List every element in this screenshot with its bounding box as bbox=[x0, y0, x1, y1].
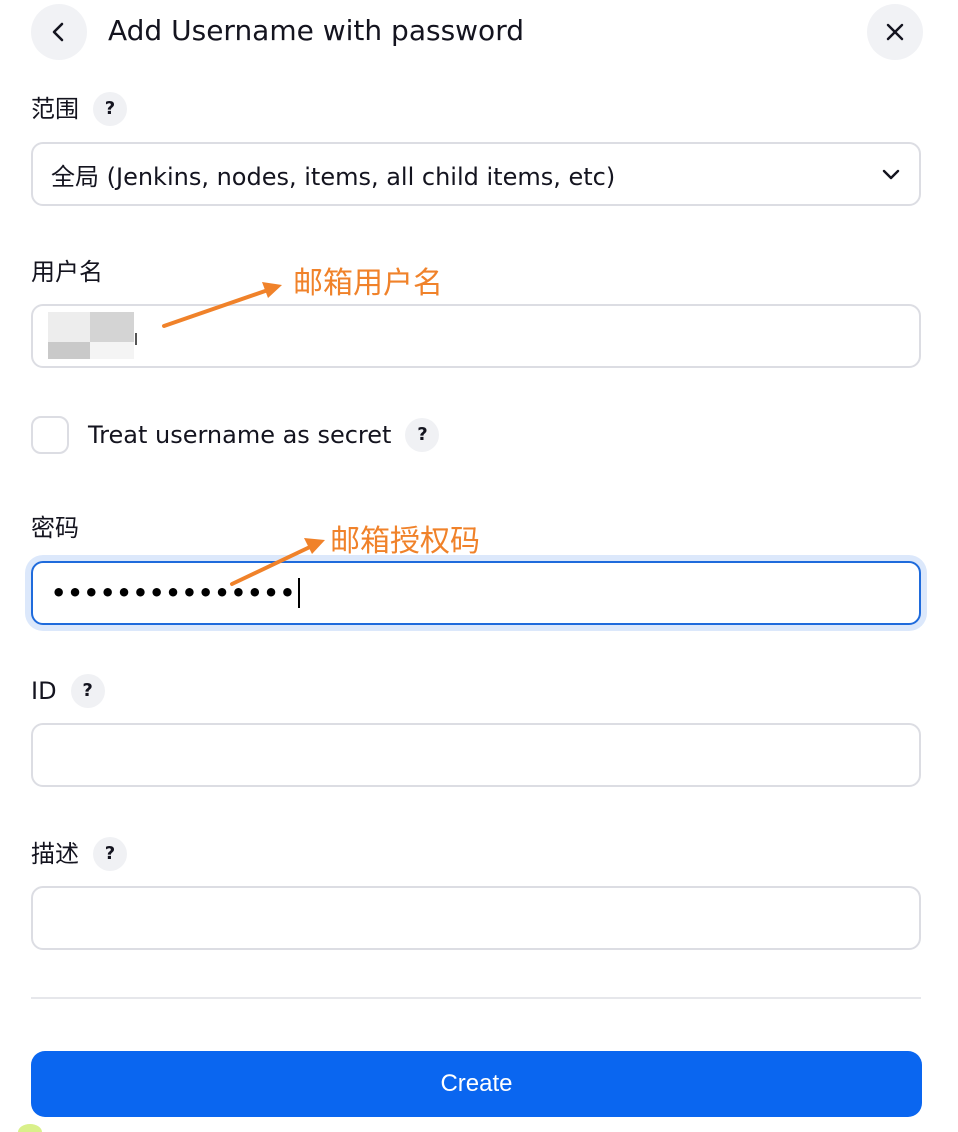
description-label-row: 描述 ? bbox=[31, 837, 127, 871]
password-annotation: 邮箱授权码 bbox=[330, 524, 480, 559]
treat-username-secret-checkbox[interactable] bbox=[31, 416, 69, 454]
scope-label: 范围 bbox=[31, 95, 79, 123]
username-input[interactable] bbox=[31, 304, 921, 368]
treat-username-secret-row: Treat username as secret ? bbox=[88, 418, 440, 452]
password-masked-value: ••••••••••••••• bbox=[51, 579, 297, 607]
username-label: 用户名 bbox=[31, 258, 103, 286]
scope-label-row: 范围 ? bbox=[31, 92, 127, 126]
description-input[interactable] bbox=[31, 886, 921, 950]
password-label-row: 密码 bbox=[31, 512, 79, 544]
dialog-title: Add Username with password bbox=[108, 14, 524, 47]
redacted-username-block bbox=[48, 312, 90, 342]
scope-help-button[interactable]: ? bbox=[93, 92, 127, 126]
redacted-username-block bbox=[48, 342, 90, 359]
id-help-button[interactable]: ? bbox=[70, 674, 105, 708]
back-button[interactable] bbox=[31, 4, 87, 60]
text-caret bbox=[298, 578, 301, 608]
id-label-row: ID ? bbox=[31, 674, 105, 708]
id-input[interactable] bbox=[31, 723, 921, 787]
redacted-username-block bbox=[90, 342, 134, 359]
close-button[interactable] bbox=[867, 4, 923, 60]
corner-decoration bbox=[18, 1124, 42, 1132]
scope-select[interactable]: 全局 (Jenkins, nodes, items, all child ite… bbox=[31, 142, 921, 206]
password-input[interactable]: ••••••••••••••• bbox=[31, 561, 921, 625]
scope-selected-value: 全局 (Jenkins, nodes, items, all child ite… bbox=[51, 162, 616, 191]
text-caret bbox=[135, 333, 137, 345]
description-label: 描述 bbox=[31, 840, 79, 868]
create-button[interactable]: Create bbox=[31, 1051, 922, 1117]
credential-dialog: Add Username with password 范围 ? 全局 (Jenk… bbox=[0, 0, 958, 1132]
treat-username-secret-label[interactable]: Treat username as secret bbox=[88, 418, 391, 452]
treat-secret-help-button[interactable]: ? bbox=[405, 418, 440, 452]
description-help-button[interactable]: ? bbox=[93, 837, 127, 871]
password-label: 密码 bbox=[31, 514, 79, 542]
close-icon bbox=[886, 23, 904, 41]
id-label: ID bbox=[31, 677, 57, 705]
chevron-down-icon bbox=[882, 169, 900, 180]
username-label-row: 用户名 bbox=[31, 256, 103, 288]
chevron-left-icon bbox=[52, 22, 64, 42]
redacted-username-block bbox=[90, 312, 134, 342]
divider bbox=[31, 997, 921, 999]
username-annotation: 邮箱用户名 bbox=[293, 266, 443, 301]
